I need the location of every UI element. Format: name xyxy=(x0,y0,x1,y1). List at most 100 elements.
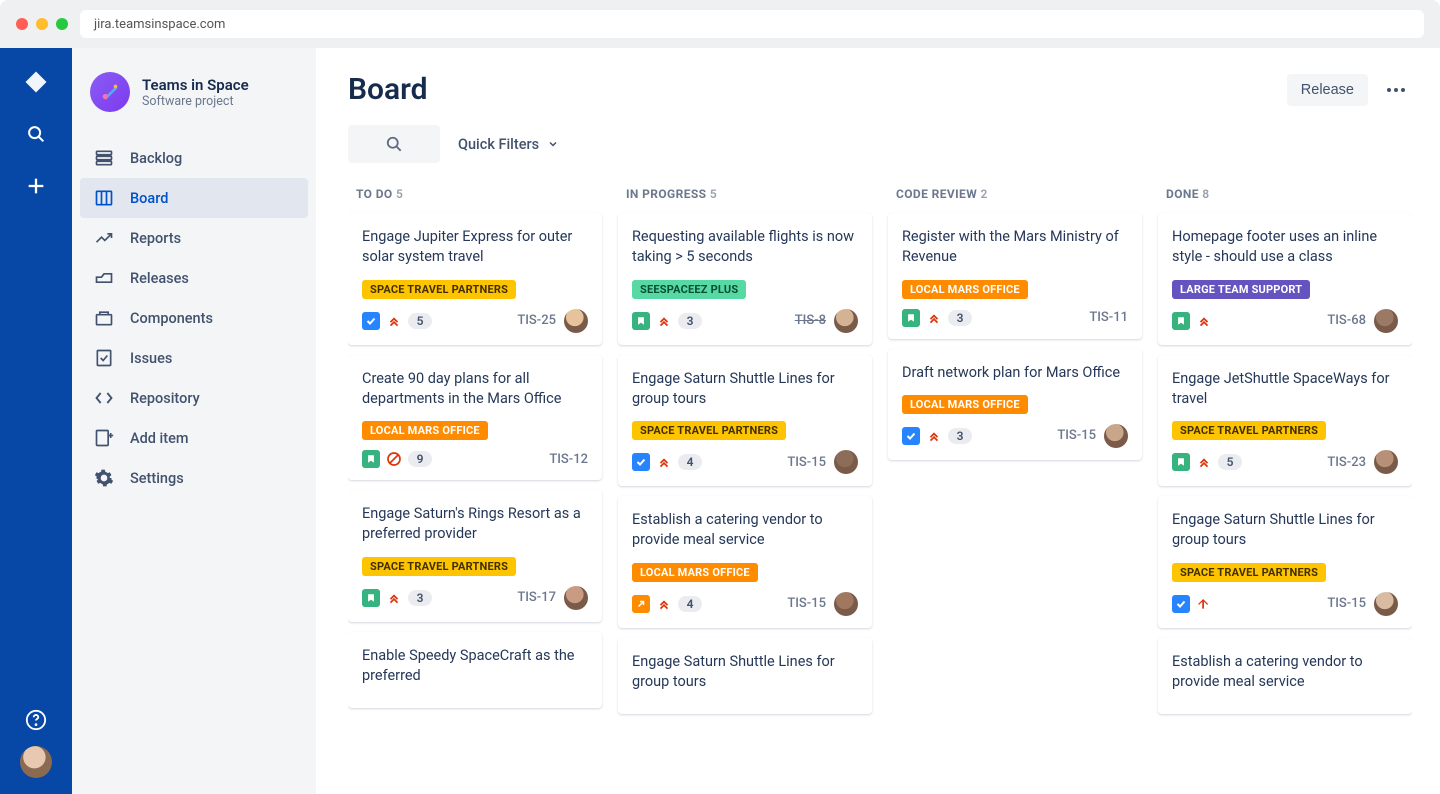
card-meta: 3 xyxy=(362,589,432,607)
jira-logo-icon[interactable] xyxy=(24,70,48,94)
story-points-badge: 5 xyxy=(408,313,432,329)
issue-key: TIS-12 xyxy=(549,452,588,467)
highest-priority-icon xyxy=(926,428,942,444)
issue-card[interactable]: Enable Speedy SpaceCraft as the preferre… xyxy=(348,632,602,709)
column-count: 2 xyxy=(980,187,987,201)
task-type-icon xyxy=(1172,595,1190,613)
epic-tag: SPACE TRAVEL PARTNERS xyxy=(632,421,786,440)
help-icon[interactable] xyxy=(24,708,48,732)
user-avatar[interactable] xyxy=(20,746,52,778)
subtask-type-icon xyxy=(632,595,650,613)
column-count: 5 xyxy=(710,187,717,201)
issue-card[interactable]: Draft network plan for Mars OfficeLOCAL … xyxy=(888,349,1142,460)
story-points-badge: 4 xyxy=(678,596,702,612)
sidebar-item-board[interactable]: Board xyxy=(80,178,308,218)
issue-card[interactable]: Create 90 day plans for all departments … xyxy=(348,355,602,481)
card-title: Engage JetShuttle SpaceWays for travel xyxy=(1172,369,1398,410)
sidebar-item-releases[interactable]: Releases xyxy=(80,258,308,298)
column-header: DONE 8 xyxy=(1158,183,1412,213)
sidebar-item-add-item[interactable]: Add item xyxy=(80,418,308,458)
epic-tag: SEESPACEEZ PLUS xyxy=(632,280,746,299)
url-bar[interactable]: jira.teamsinspace.com xyxy=(80,10,1424,38)
epic-tag: LOCAL MARS OFFICE xyxy=(902,280,1028,299)
epic-tag: SPACE TRAVEL PARTNERS xyxy=(362,280,516,299)
issue-card[interactable]: Engage Saturn Shuttle Lines for group to… xyxy=(618,638,872,715)
story-points-badge: 3 xyxy=(408,590,432,606)
issue-card[interactable]: Register with the Mars Ministry of Reven… xyxy=(888,213,1142,339)
issue-card[interactable]: Establish a catering vendor to provide m… xyxy=(1158,638,1412,715)
column-count: 5 xyxy=(396,187,403,201)
project-type: Software project xyxy=(142,94,249,109)
sidebar-item-label: Releases xyxy=(130,270,189,287)
sidebar-item-repository[interactable]: Repository xyxy=(80,378,308,418)
issue-card[interactable]: Engage Saturn's Rings Resort as a prefer… xyxy=(348,490,602,622)
issue-key: TIS-17 xyxy=(517,590,556,605)
column-header: CODE REVIEW 2 xyxy=(888,183,1142,213)
task-type-icon xyxy=(902,427,920,445)
add-item-icon xyxy=(94,428,114,448)
task-type-icon xyxy=(362,312,380,330)
release-button[interactable]: Release xyxy=(1287,74,1368,106)
issue-key: TIS-25 xyxy=(517,313,556,328)
card-meta: 5 xyxy=(1172,453,1242,471)
maximize-window-button[interactable] xyxy=(56,18,68,30)
card-meta: 4 xyxy=(632,595,702,613)
repository-icon xyxy=(94,388,114,408)
epic-tag: SPACE TRAVEL PARTNERS xyxy=(1172,563,1326,582)
sidebar-item-backlog[interactable]: Backlog xyxy=(80,138,308,178)
more-menu-icon[interactable] xyxy=(1380,74,1412,106)
card-meta: 3 xyxy=(632,312,702,330)
card-meta: 3 xyxy=(902,427,972,445)
card-title: Register with the Mars Ministry of Reven… xyxy=(902,227,1128,268)
sidebar-item-issues[interactable]: Issues xyxy=(80,338,308,378)
issue-card[interactable]: Engage JetShuttle SpaceWays for travelSP… xyxy=(1158,355,1412,487)
main-content: Board Release Quick Filters TO DO 5Engag… xyxy=(316,48,1440,794)
column-title: TO DO xyxy=(356,187,393,201)
issue-card[interactable]: Establish a catering vendor to provide m… xyxy=(618,496,872,628)
close-window-button[interactable] xyxy=(16,18,28,30)
sidebar-item-label: Backlog xyxy=(130,150,182,167)
project-name: Teams in Space xyxy=(142,76,249,94)
card-title: Requesting available flights is now taki… xyxy=(632,227,858,268)
issue-key: TIS-11 xyxy=(1089,310,1128,325)
blocker-priority-icon xyxy=(386,451,402,467)
story-points-badge: 9 xyxy=(408,451,432,467)
issue-card[interactable]: Homepage footer uses an inline style - s… xyxy=(1158,213,1412,345)
issue-card[interactable]: Engage Saturn Shuttle Lines for group to… xyxy=(1158,496,1412,628)
card-title: Engage Saturn Shuttle Lines for group to… xyxy=(1172,510,1398,551)
column-header: IN PROGRESS 5 xyxy=(618,183,872,213)
sidebar-item-label: Components xyxy=(130,310,213,327)
sidebar-item-label: Settings xyxy=(130,470,184,487)
issue-card[interactable]: Engage Saturn Shuttle Lines for group to… xyxy=(618,355,872,487)
card-title: Establish a catering vendor to provide m… xyxy=(632,510,858,551)
story-type-icon xyxy=(1172,453,1190,471)
card-meta xyxy=(1172,595,1212,613)
minimize-window-button[interactable] xyxy=(36,18,48,30)
sidebar-item-components[interactable]: Components xyxy=(80,298,308,338)
column-title: DONE xyxy=(1166,187,1199,201)
issue-card[interactable]: Engage Jupiter Express for outer solar s… xyxy=(348,213,602,345)
epic-tag: LOCAL MARS OFFICE xyxy=(632,563,758,582)
card-title: Create 90 day plans for all departments … xyxy=(362,369,588,410)
highest-priority-icon xyxy=(386,313,402,329)
task-type-icon xyxy=(632,453,650,471)
project-avatar-icon xyxy=(90,72,130,112)
quick-filters-dropdown[interactable]: Quick Filters xyxy=(458,136,559,153)
search-icon[interactable] xyxy=(24,122,48,146)
highest-priority-icon xyxy=(1196,454,1212,470)
issue-card[interactable]: Requesting available flights is now taki… xyxy=(618,213,872,345)
story-type-icon xyxy=(362,450,380,468)
board-search-input[interactable] xyxy=(348,125,440,163)
sidebar-item-settings[interactable]: Settings xyxy=(80,458,308,498)
story-type-icon xyxy=(902,309,920,327)
sidebar-item-reports[interactable]: Reports xyxy=(80,218,308,258)
story-points-badge: 4 xyxy=(678,454,702,470)
card-meta: 5 xyxy=(362,312,432,330)
column-done: DONE 8Homepage footer uses an inline sty… xyxy=(1158,183,1412,794)
releases-icon xyxy=(94,268,114,288)
traffic-lights xyxy=(16,18,68,30)
column-code-review: CODE REVIEW 2 Register with the Mars Mini… xyxy=(888,183,1142,794)
column-header: TO DO 5 xyxy=(348,183,602,213)
project-header[interactable]: Teams in Space Software project xyxy=(80,72,308,138)
create-icon[interactable] xyxy=(24,174,48,198)
